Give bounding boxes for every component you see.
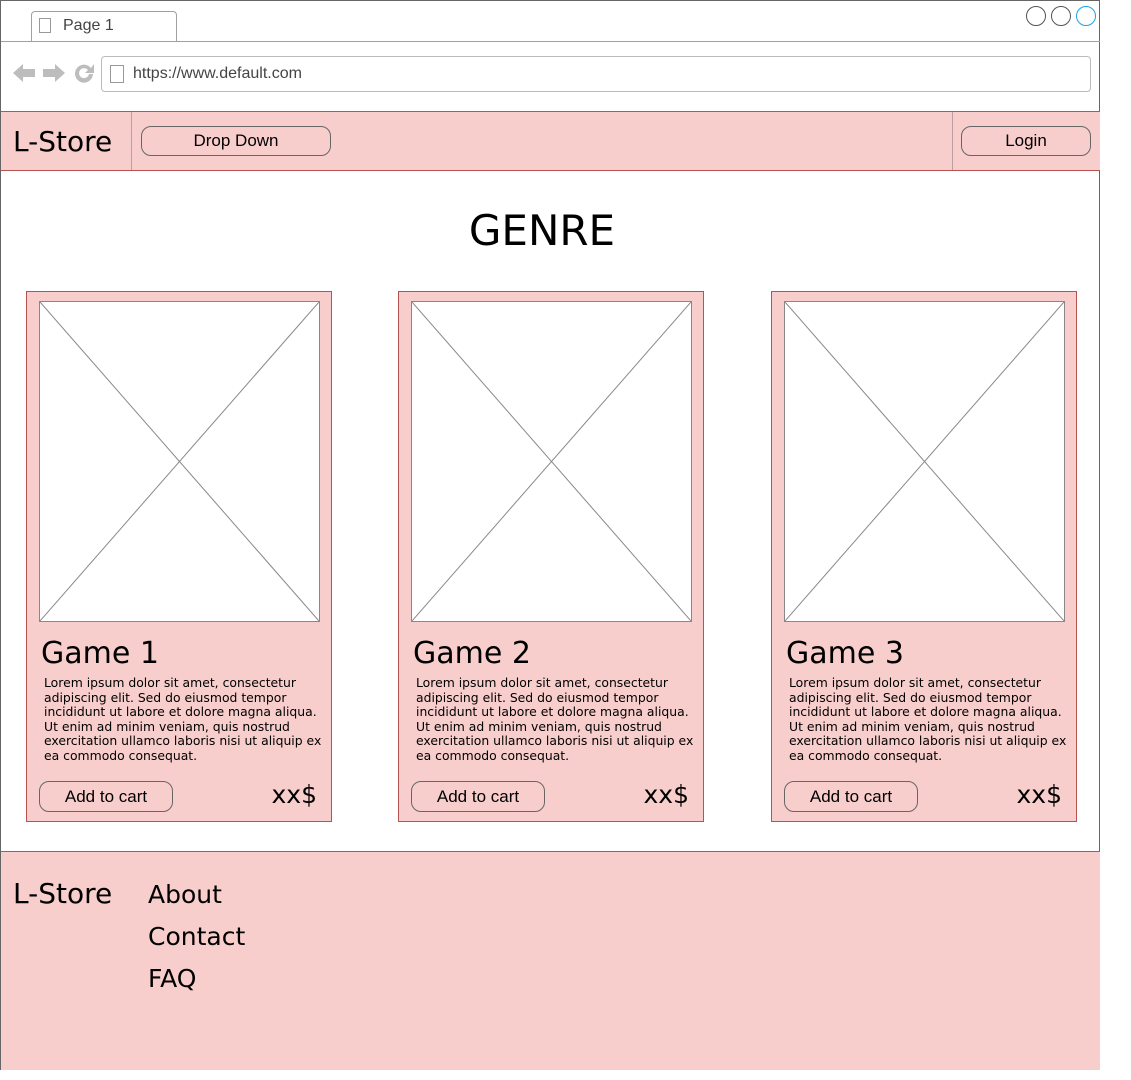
image-placeholder-icon [784,301,1065,622]
divider [952,112,953,170]
back-arrow-icon[interactable] [11,61,37,90]
product-card: Game 1 Lorem ipsum dolor sit amet, conse… [26,291,332,822]
reload-icon[interactable] [72,61,96,90]
minimize-button[interactable] [1026,6,1046,26]
card-title: Game 1 [41,636,159,671]
tab-strip: Page 1 [1,1,1100,42]
divider [131,112,132,170]
tab-page-1[interactable]: Page 1 [31,11,177,41]
image-placeholder-icon [411,301,692,622]
maximize-button[interactable] [1051,6,1071,26]
address-bar[interactable]: https://www.default.com [101,56,1091,92]
page-title: GENRE [468,206,616,255]
card-description: Lorem ipsum dolor sit amet, consectetur … [789,675,1067,763]
close-button[interactable] [1076,6,1096,26]
image-placeholder-icon [39,301,320,622]
add-to-cart-button[interactable]: Add to cart [411,781,545,812]
card-description: Lorem ipsum dolor sit amet, consectetur … [416,675,694,763]
card-description: Lorem ipsum dolor sit amet, consectetur … [44,675,322,763]
footer-link-contact[interactable]: Contact [148,922,245,951]
footer-link-faq[interactable]: FAQ [148,964,196,993]
footer-brand[interactable]: L-Store [13,877,112,910]
footer-link-about[interactable]: About [148,880,222,909]
dropdown-button[interactable]: Drop Down [141,126,331,156]
site-header: L-Store Drop Down Login [1,111,1100,171]
tab-label: Page 1 [63,17,114,34]
card-title: Game 3 [786,636,904,671]
add-to-cart-button[interactable]: Add to cart [784,781,918,812]
price-label: xx$ [271,780,318,809]
page-icon [110,65,124,83]
forward-arrow-icon[interactable] [41,61,67,90]
price-label: xx$ [643,780,690,809]
url-text: https://www.default.com [133,65,302,82]
price-label: xx$ [1016,780,1063,809]
product-card: Game 2 Lorem ipsum dolor sit amet, conse… [398,291,704,822]
browser-window: Page 1 https://www.default.com L-Store D… [0,0,1100,1070]
page-icon [39,18,51,33]
site-footer: L-Store About Contact FAQ [1,851,1100,1070]
brand-logo[interactable]: L-Store [13,125,112,158]
card-title: Game 2 [413,636,531,671]
add-to-cart-button[interactable]: Add to cart [39,781,173,812]
login-button[interactable]: Login [961,126,1091,156]
product-card: Game 3 Lorem ipsum dolor sit amet, conse… [771,291,1077,822]
